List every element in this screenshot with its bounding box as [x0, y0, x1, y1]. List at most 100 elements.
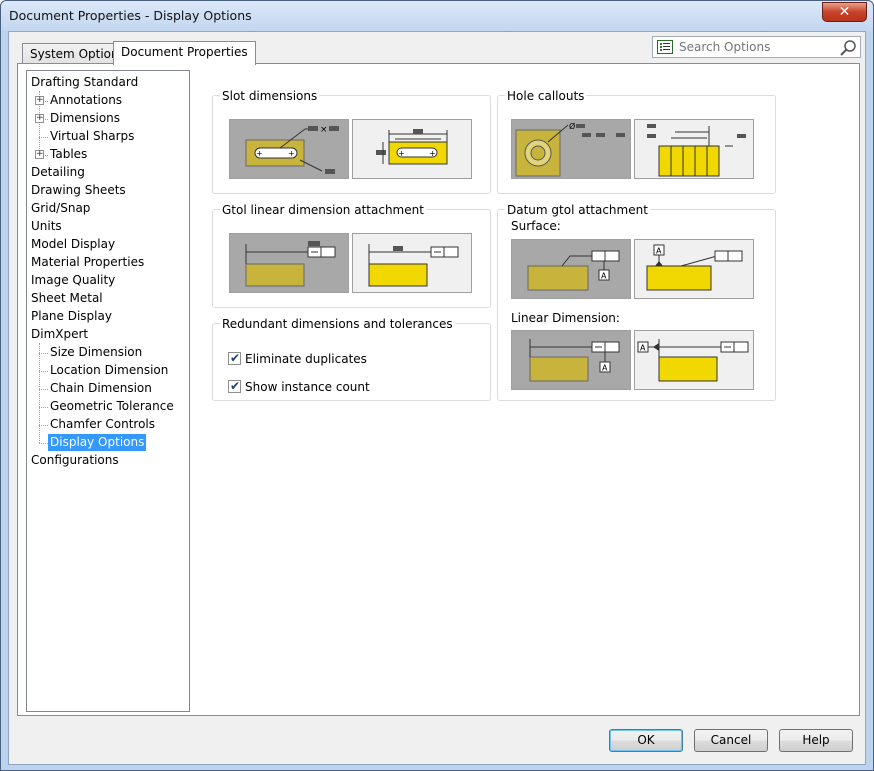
tree-item-label: Material Properties	[31, 255, 145, 269]
expand-icon[interactable]: +	[35, 114, 44, 123]
tree-item-chamfer-controls[interactable]: Chamfer Controls	[50, 416, 155, 433]
slot-option-1[interactable]: + + ×	[229, 119, 349, 179]
tree-item-size-dimension[interactable]: Size Dimension	[50, 344, 142, 361]
tree-item-grid-snap[interactable]: Grid/Snap	[31, 200, 90, 217]
tree-item-configurations[interactable]: Configurations	[31, 452, 119, 469]
datum-letter: A	[602, 364, 608, 373]
tree-item-label: Plane Display	[31, 309, 112, 323]
group-label: Slot dimensions	[220, 89, 320, 103]
tree-item-material-properties[interactable]: Material Properties	[31, 254, 144, 271]
checkmark-icon: ✔	[230, 379, 241, 393]
tree-item-label: Geometric Tolerance	[50, 399, 174, 413]
tree-item-plane-display[interactable]: Plane Display	[31, 308, 112, 325]
tree-item-dimensions[interactable]: Dimensions	[50, 110, 120, 127]
options-tree: Drafting Standard Annotations + Dimensions +…	[26, 70, 190, 712]
gtol-option-2[interactable]	[352, 233, 472, 293]
hole-option-1[interactable]: Ø	[511, 119, 631, 179]
button-label: OK	[637, 733, 655, 747]
diagram-times: ×	[320, 125, 328, 135]
tree-connector	[39, 425, 48, 426]
tree-item-label: Location Dimension	[50, 363, 169, 377]
tree-item-units[interactable]: Units	[31, 218, 62, 235]
svg-text:+: +	[288, 149, 295, 158]
slot-option-2[interactable]: + +	[352, 119, 472, 179]
tree-item-geometric-tolerance[interactable]: Geometric Tolerance	[50, 398, 174, 415]
checkbox-box[interactable]: ✔	[228, 351, 241, 365]
tree-item-label: Size Dimension	[50, 345, 143, 359]
linear-dimension-label: Linear Dimension:	[509, 311, 622, 325]
tree-item-label: Sheet Metal	[31, 291, 103, 305]
datum-surface-direct-diagram: A	[646, 244, 743, 291]
surface-label: Surface:	[509, 219, 563, 233]
slot-dimensions-diagram: + +	[376, 129, 448, 165]
datum-linear-inline-diagram: A	[637, 339, 749, 382]
gtol-inline-diagram	[368, 244, 459, 287]
dialog-window: Document Properties - Display Options ✕ …	[0, 0, 874, 771]
tree-connector	[39, 137, 48, 138]
datum-linear-option-2[interactable]: A	[634, 330, 754, 390]
tree-item-label: Model Display	[31, 237, 116, 251]
tree-item-label: Dimensions	[50, 111, 121, 125]
datum-surface-option-1[interactable]: A	[511, 239, 631, 299]
svg-text:+: +	[256, 149, 263, 158]
hole-dimensions-diagram	[647, 124, 746, 177]
tree-item-drafting-standard[interactable]: Drafting Standard	[31, 74, 138, 91]
expand-icon[interactable]: +	[35, 150, 44, 159]
search-input[interactable]	[677, 39, 837, 55]
tree-item-label: Chain Dimension	[50, 381, 152, 395]
tree-item-label: Image Quality	[31, 273, 116, 287]
tree-item-tables[interactable]: Tables	[50, 146, 87, 163]
tree-item-label: Drafting Standard	[31, 75, 139, 89]
tree-item-detailing[interactable]: Detailing	[31, 164, 85, 181]
search-box[interactable]	[652, 36, 861, 58]
dialog-client: System Options Document Properties Draft…	[8, 31, 866, 765]
tree-item-chain-dimension[interactable]: Chain Dimension	[50, 380, 152, 397]
tree-item-label: Display Options	[50, 435, 145, 449]
tree-item-model-display[interactable]: Model Display	[31, 236, 115, 253]
help-button[interactable]: Help	[779, 729, 853, 752]
tree-item-dimxpert[interactable]: DimXpert	[31, 326, 88, 343]
tree-item-label: Detailing	[31, 165, 85, 179]
gtol-above-diagram	[245, 241, 336, 287]
tree-item-location-dimension[interactable]: Location Dimension	[50, 362, 168, 379]
magnifier-icon[interactable]	[839, 39, 857, 56]
gtol-attachment-group: Gtol linear dimension attachment	[212, 203, 491, 308]
close-icon: ✕	[838, 4, 851, 20]
close-button[interactable]: ✕	[822, 2, 867, 22]
tree-item-label: Chamfer Controls	[50, 417, 156, 431]
tree-item-sheet-metal[interactable]: Sheet Metal	[31, 290, 103, 307]
svg-text:+: +	[398, 149, 405, 158]
datum-surface-option-2[interactable]: A	[634, 239, 754, 299]
tab-label: Document Properties	[121, 45, 248, 59]
cancel-button[interactable]: Cancel	[694, 729, 768, 752]
datum-attachment-group: Datum gtol attachment Surface: A A Linea…	[497, 203, 776, 401]
tree-connector	[39, 343, 40, 443]
tree-item-display-options[interactable]: Display Options	[48, 434, 147, 451]
slot-dimensions-group: Slot dimensions + + × + +	[212, 89, 491, 194]
eliminate-duplicates-checkbox[interactable]: ✔ Eliminate duplicates	[228, 351, 367, 368]
datum-linear-option-1[interactable]: A	[511, 330, 631, 390]
tree-item-label: Units	[31, 219, 62, 233]
checkbox-label: Eliminate duplicates	[245, 352, 367, 366]
tree-item-label: Virtual Sharps	[50, 129, 135, 143]
checkmark-icon: ✔	[230, 351, 241, 365]
slot-leader-diagram: + + ×	[245, 125, 339, 174]
datum-letter: A	[601, 272, 607, 281]
hole-option-2[interactable]	[634, 119, 754, 179]
tree-connector	[39, 389, 48, 390]
tree-item-image-quality[interactable]: Image Quality	[31, 272, 115, 289]
checkbox-label: Show instance count	[245, 380, 370, 394]
group-label: Redundant dimensions and tolerances	[220, 317, 455, 331]
checkbox-box[interactable]: ✔	[228, 379, 241, 393]
tree-item-drawing-sheets[interactable]: Drawing Sheets	[31, 182, 126, 199]
gtol-option-1[interactable]	[229, 233, 349, 293]
document-properties-panel: Drafting Standard Annotations + Dimensions +…	[17, 63, 860, 716]
show-instance-count-checkbox[interactable]: ✔ Show instance count	[228, 379, 370, 396]
tree-item-virtual-sharps[interactable]: Virtual Sharps	[50, 128, 134, 145]
expand-icon[interactable]: +	[35, 96, 44, 105]
tree-item-label: Annotations	[50, 93, 123, 107]
tree-connector	[39, 353, 48, 354]
tree-item-annotations[interactable]: Annotations	[50, 92, 122, 109]
tab-document-properties[interactable]: Document Properties	[113, 41, 256, 65]
ok-button[interactable]: OK	[609, 729, 683, 752]
